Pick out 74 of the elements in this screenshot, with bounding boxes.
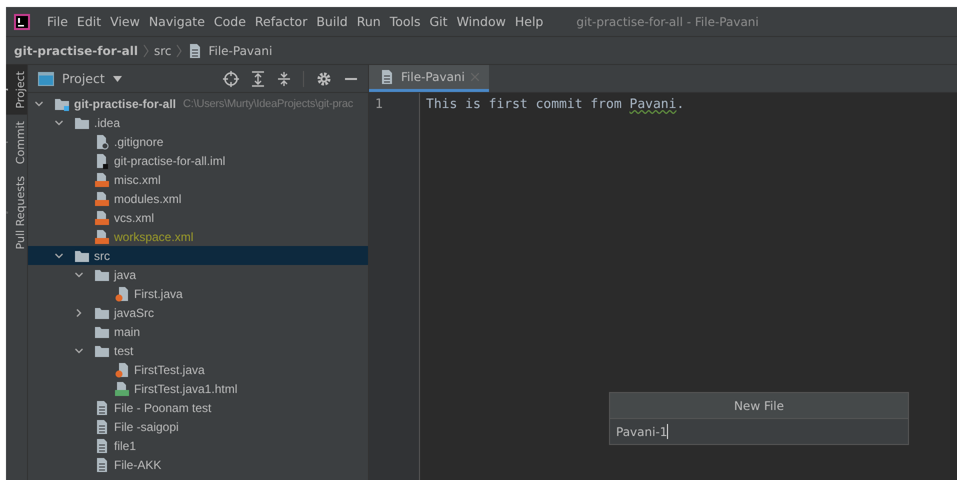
chevron-down-icon[interactable] <box>54 250 64 260</box>
menu-item[interactable]: Navigate <box>148 14 205 29</box>
tree-item[interactable]: FirstTest.java <box>28 360 368 379</box>
tree-item[interactable]: First.java <box>28 284 368 303</box>
tree-item[interactable]: java <box>28 265 368 284</box>
java-file-icon <box>114 286 130 302</box>
tree-item[interactable]: javaSrc <box>28 303 368 322</box>
tree-item[interactable]: file1 <box>28 436 368 455</box>
breadcrumb-separator-icon <box>142 44 149 58</box>
menu-item[interactable]: Refactor <box>254 14 308 29</box>
caret-down-icon <box>112 76 122 82</box>
text-file-icon <box>94 418 110 434</box>
tree-item[interactable]: vcs.xml <box>28 208 368 227</box>
tool-window-tab[interactable]: Pull Requests <box>6 170 27 256</box>
tree-item[interactable]: workspace.xml <box>28 227 368 246</box>
tree-item[interactable]: File -saigopi <box>28 417 368 436</box>
menu-item[interactable]: View <box>110 14 140 29</box>
project-view-dropdown[interactable]: Project <box>38 71 122 86</box>
expand-all-icon[interactable] <box>251 70 265 86</box>
tree-item[interactable]: File - Poonam test <box>28 398 368 417</box>
window-title: git-practise-for-all - File-Pavani <box>576 14 759 28</box>
menu-item[interactable]: Build <box>316 14 348 29</box>
tool-window-tab[interactable]: Commit <box>6 114 27 170</box>
locate-icon[interactable] <box>223 70 239 86</box>
collapse-all-icon[interactable] <box>277 70 291 86</box>
text-file-icon <box>379 69 395 85</box>
menu-item[interactable]: Run <box>356 14 381 29</box>
breadcrumb-separator-icon <box>176 44 182 58</box>
tree-item[interactable]: FirstTest.java1.html <box>28 379 368 398</box>
xml-file-icon <box>94 210 110 226</box>
tree-item[interactable]: .gitignore <box>28 132 368 151</box>
tree-item[interactable]: src <box>28 246 368 265</box>
menu-item[interactable]: File <box>47 14 68 29</box>
xml-file-icon <box>94 172 110 188</box>
text-file-icon <box>94 400 110 416</box>
window-icon <box>38 72 54 86</box>
module-file-icon <box>94 152 110 168</box>
tree-item[interactable]: git-practise-for-all.iml <box>28 151 368 170</box>
tree-item[interactable]: misc.xml <box>28 170 368 189</box>
popup-title: New File <box>732 398 786 414</box>
breadcrumb-item[interactable]: src <box>154 44 172 58</box>
editor-tab[interactable]: File-Pavani <box>369 65 489 92</box>
html-file-icon <box>114 380 130 396</box>
menu-item[interactable]: Git <box>430 14 448 29</box>
app-logo-icon <box>14 14 30 30</box>
menu-item[interactable]: Help <box>514 14 544 29</box>
menu-item[interactable]: Edit <box>76 14 102 29</box>
chevron-down-icon[interactable] <box>54 118 64 128</box>
text-file-icon <box>94 456 110 472</box>
menu-item[interactable]: Tools <box>390 14 420 29</box>
file-name-input[interactable]: Pavani-1 <box>610 418 908 444</box>
text-file-icon <box>94 438 110 454</box>
tree-item[interactable]: .idea <box>28 113 368 132</box>
tree-item[interactable]: main <box>28 322 368 341</box>
tool-window-tab[interactable]: Project <box>6 65 27 115</box>
settings-icon[interactable] <box>316 70 332 86</box>
tree-item[interactable]: test <box>28 341 368 360</box>
breadcrumb-item[interactable]: File-Pavani <box>208 44 272 58</box>
menu-item[interactable]: Window <box>456 14 506 29</box>
tree-item[interactable]: git-practise-for-all C:\Users\Murty\IdeaProjects\git-prac <box>28 94 368 113</box>
tree-item[interactable]: File-AKK <box>28 455 368 474</box>
chevron-down-icon[interactable] <box>34 98 44 108</box>
menu-item[interactable]: Code <box>214 14 246 29</box>
ignore-file-icon <box>94 134 110 150</box>
xml-file-icon <box>94 190 110 206</box>
xml-file-icon <box>94 228 110 244</box>
java-file-icon <box>114 362 130 378</box>
chevron-right-icon[interactable] <box>74 308 84 318</box>
chevron-down-icon[interactable] <box>74 270 84 280</box>
code-line: This is first commit from Pavani. <box>426 97 684 112</box>
tree-item[interactable]: modules.xml <box>28 189 368 208</box>
line-number: 1 <box>374 97 384 112</box>
chevron-down-icon[interactable] <box>74 346 84 356</box>
breadcrumb-item[interactable]: git-practise-for-all <box>14 44 138 58</box>
